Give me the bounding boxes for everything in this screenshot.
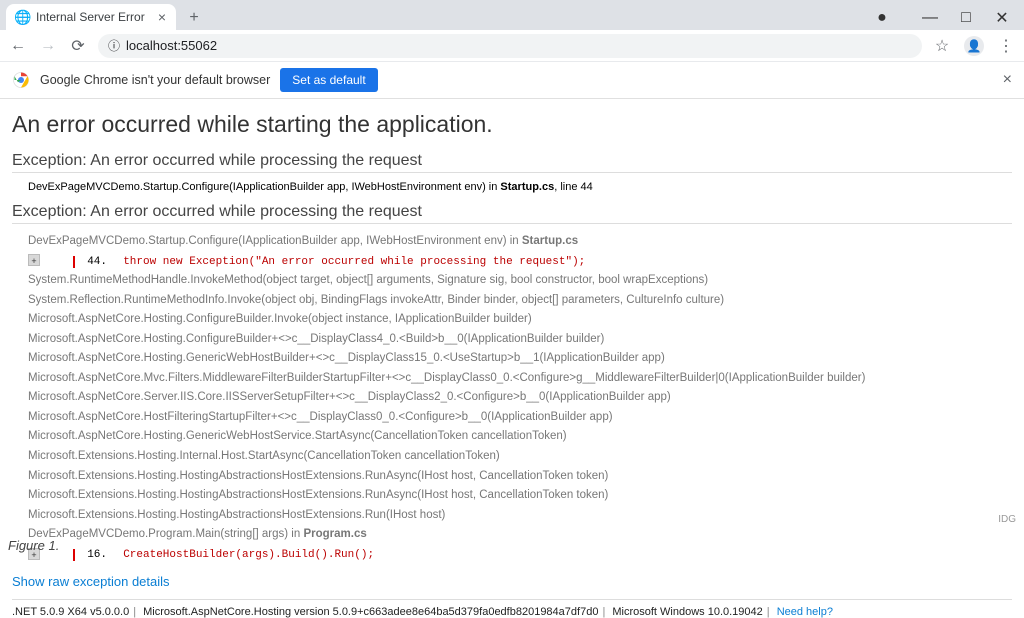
star-icon[interactable]: ☆ [932, 36, 952, 56]
address-bar: ← → ⟳ ⓘ localhost:55062 ☆ 👤 ⋮ [0, 30, 1024, 62]
tab-close-icon[interactable]: × [158, 9, 166, 25]
chrome-icon [12, 71, 30, 89]
url-text: localhost:55062 [126, 38, 217, 53]
stack-frame: DevExPageMVCDemo.Startup.Configure(IAppl… [12, 232, 1012, 252]
reload-icon[interactable]: ⟳ [68, 36, 88, 56]
stack-frame: Microsoft.Extensions.Hosting.HostingAbst… [12, 467, 1012, 487]
show-raw-link[interactable]: Show raw exception details [12, 574, 170, 589]
default-browser-infobar: Google Chrome isn't your default browser… [0, 62, 1024, 99]
exception-summary-heading: Exception: An error occurred while proce… [12, 152, 1012, 173]
menu-icon[interactable]: ⋮ [996, 36, 1016, 56]
stack-frame: System.RuntimeMethodHandle.InvokeMethod(… [12, 271, 1012, 291]
stack-frame: Microsoft.Extensions.Hosting.Internal.Ho… [12, 447, 1012, 467]
browser-tab[interactable]: 🌐 Internal Server Error × [6, 4, 176, 30]
maximize-icon[interactable]: □ [952, 6, 980, 30]
account-dot-icon[interactable]: ● [868, 6, 896, 30]
url-field[interactable]: ⓘ localhost:55062 [98, 34, 922, 58]
stack-frame: Microsoft.AspNetCore.Mvc.Filters.Middlew… [12, 369, 1012, 389]
stack-source-row: + 44.throw new Exception("An error occur… [12, 252, 1012, 272]
close-icon[interactable]: ✕ [988, 6, 1016, 30]
need-help-link[interactable]: Need help? [777, 606, 833, 618]
exception-summary-location: DevExPageMVCDemo.Startup.Configure(IAppl… [28, 181, 1012, 193]
back-icon[interactable]: ← [8, 36, 28, 56]
page-title: An error occurred while starting the app… [12, 111, 1012, 138]
forward-icon: → [38, 36, 58, 56]
stack-frame: Microsoft.AspNetCore.Hosting.ConfigureBu… [12, 330, 1012, 350]
expand-toggle[interactable]: + [28, 254, 40, 266]
stack-frame: Microsoft.Extensions.Hosting.HostingAbst… [12, 486, 1012, 506]
stack-frame: Microsoft.AspNetCore.Hosting.GenericWebH… [12, 427, 1012, 447]
toolbar-right: ☆ 👤 ⋮ [932, 36, 1016, 56]
tab-title: Internal Server Error [36, 10, 145, 24]
runtime-footer: .NET 5.0.9 X64 v5.0.0.0| Microsoft.AspNe… [12, 599, 1012, 618]
stack-frame: Microsoft.Extensions.Hosting.HostingAbst… [12, 506, 1012, 526]
new-tab-button[interactable]: + [182, 6, 206, 30]
set-default-button[interactable]: Set as default [280, 68, 377, 92]
window-controls: ● — □ ✕ [868, 6, 1024, 30]
stack-trace: DevExPageMVCDemo.Startup.Configure(IAppl… [12, 232, 1012, 564]
site-info-icon[interactable]: ⓘ [108, 37, 120, 54]
profile-avatar-icon[interactable]: 👤 [964, 36, 984, 56]
stack-frame: DevExPageMVCDemo.Program.Main(string[] a… [12, 525, 1012, 545]
infobar-dismiss-icon[interactable]: × [1003, 71, 1012, 89]
tab-bar: 🌐 Internal Server Error × + ● — □ ✕ [0, 0, 1024, 30]
error-page: An error occurred while starting the app… [0, 99, 1024, 618]
stack-frame: Microsoft.AspNetCore.Server.IIS.Core.IIS… [12, 388, 1012, 408]
minimize-icon[interactable]: — [916, 6, 944, 30]
figure-label: Figure 1. [8, 538, 59, 553]
stack-frame: Microsoft.AspNetCore.HostFilteringStartu… [12, 408, 1012, 428]
stack-frame: System.Reflection.RuntimeMethodInfo.Invo… [12, 291, 1012, 311]
infobar-text: Google Chrome isn't your default browser [40, 73, 270, 87]
watermark: IDG [998, 514, 1016, 525]
exception-detail-heading: Exception: An error occurred while proce… [12, 203, 1012, 224]
stack-frame: Microsoft.AspNetCore.Hosting.GenericWebH… [12, 349, 1012, 369]
browser-chrome: 🌐 Internal Server Error × + ● — □ ✕ ← → … [0, 0, 1024, 62]
globe-icon: 🌐 [16, 10, 30, 24]
stack-frame: Microsoft.AspNetCore.Hosting.ConfigureBu… [12, 310, 1012, 330]
stack-source-row: + 16.CreateHostBuilder(args).Build().Run… [12, 545, 1012, 565]
